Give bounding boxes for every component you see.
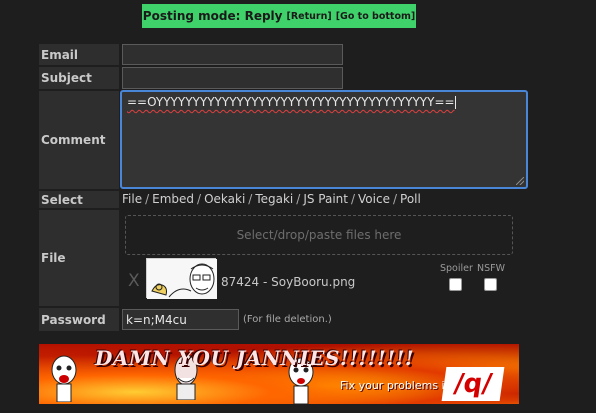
select-label: Select xyxy=(39,191,119,208)
select-option-poll[interactable]: Poll xyxy=(400,192,421,206)
posting-mode-label: Posting mode: Reply xyxy=(142,9,283,23)
attached-filename: 87424 - SoyBooru.png xyxy=(221,275,356,289)
resize-grip-icon[interactable] xyxy=(516,177,524,185)
select-option-embed[interactable]: Embed xyxy=(152,192,194,206)
nsfw-checkbox[interactable] xyxy=(484,278,497,291)
posting-mode-bar: Posting mode: Reply [Return] [Go to bott… xyxy=(142,4,416,28)
comment-text: ==OYYYYYYYYYYYYYYYYYYYYYYYYYYYYYYYYYYYYY… xyxy=(127,95,455,109)
file-dropzone[interactable]: Select/drop/paste files here xyxy=(125,215,513,255)
spoiler-checkbox[interactable] xyxy=(449,278,462,291)
file-label: File xyxy=(39,210,119,306)
separator: / xyxy=(248,192,253,206)
attachment-type-selector: File / Embed / Oekaki / Tegaki / JS Paint / Voice /… xyxy=(122,192,421,206)
file-thumbnail xyxy=(146,258,217,299)
soyjak-face-left xyxy=(51,355,77,402)
spoiler-label: Spoiler xyxy=(440,263,473,274)
subject-label: Subject xyxy=(39,67,119,89)
separator: / xyxy=(145,192,150,206)
banner-board-name: /q/ xyxy=(441,367,505,401)
password-field[interactable] xyxy=(122,309,239,330)
separator: / xyxy=(350,192,356,206)
nsfw-label: NSFW xyxy=(477,263,505,274)
banner-subtitle: Fix your problems in xyxy=(340,379,452,392)
email-label: Email xyxy=(39,44,119,65)
close-icon[interactable]: X xyxy=(128,271,140,291)
select-option-tegaki[interactable]: Tegaki xyxy=(255,192,293,206)
subject-field[interactable] xyxy=(122,67,343,89)
password-hint: (For file deletion.) xyxy=(243,314,332,325)
password-label: Password xyxy=(39,308,119,331)
select-option-file[interactable]: File xyxy=(122,192,142,206)
board-banner[interactable]: DAMN YOU JANNIES!!!!!!!! Fix your proble… xyxy=(39,344,519,404)
separator: / xyxy=(392,192,398,206)
go-to-bottom-link[interactable]: [Go to bottom] xyxy=(336,11,416,22)
comment-textarea[interactable]: ==OYYYYYYYYYYYYYYYYYYYYYYYYYYYYYYYYYYYYY… xyxy=(120,90,528,189)
select-option-oekaki[interactable]: Oekaki xyxy=(204,192,245,206)
email-field[interactable] xyxy=(122,44,343,65)
banner-title: DAMN YOU JANNIES!!!!!!!! xyxy=(95,346,415,370)
separator: / xyxy=(197,192,202,206)
select-option-js-paint[interactable]: JS Paint xyxy=(303,192,348,206)
return-link[interactable]: [Return] xyxy=(286,11,331,22)
separator: / xyxy=(296,192,301,206)
comment-label: Comment xyxy=(39,91,119,189)
text-caret xyxy=(454,96,456,109)
select-option-voice[interactable]: Voice xyxy=(358,192,390,206)
